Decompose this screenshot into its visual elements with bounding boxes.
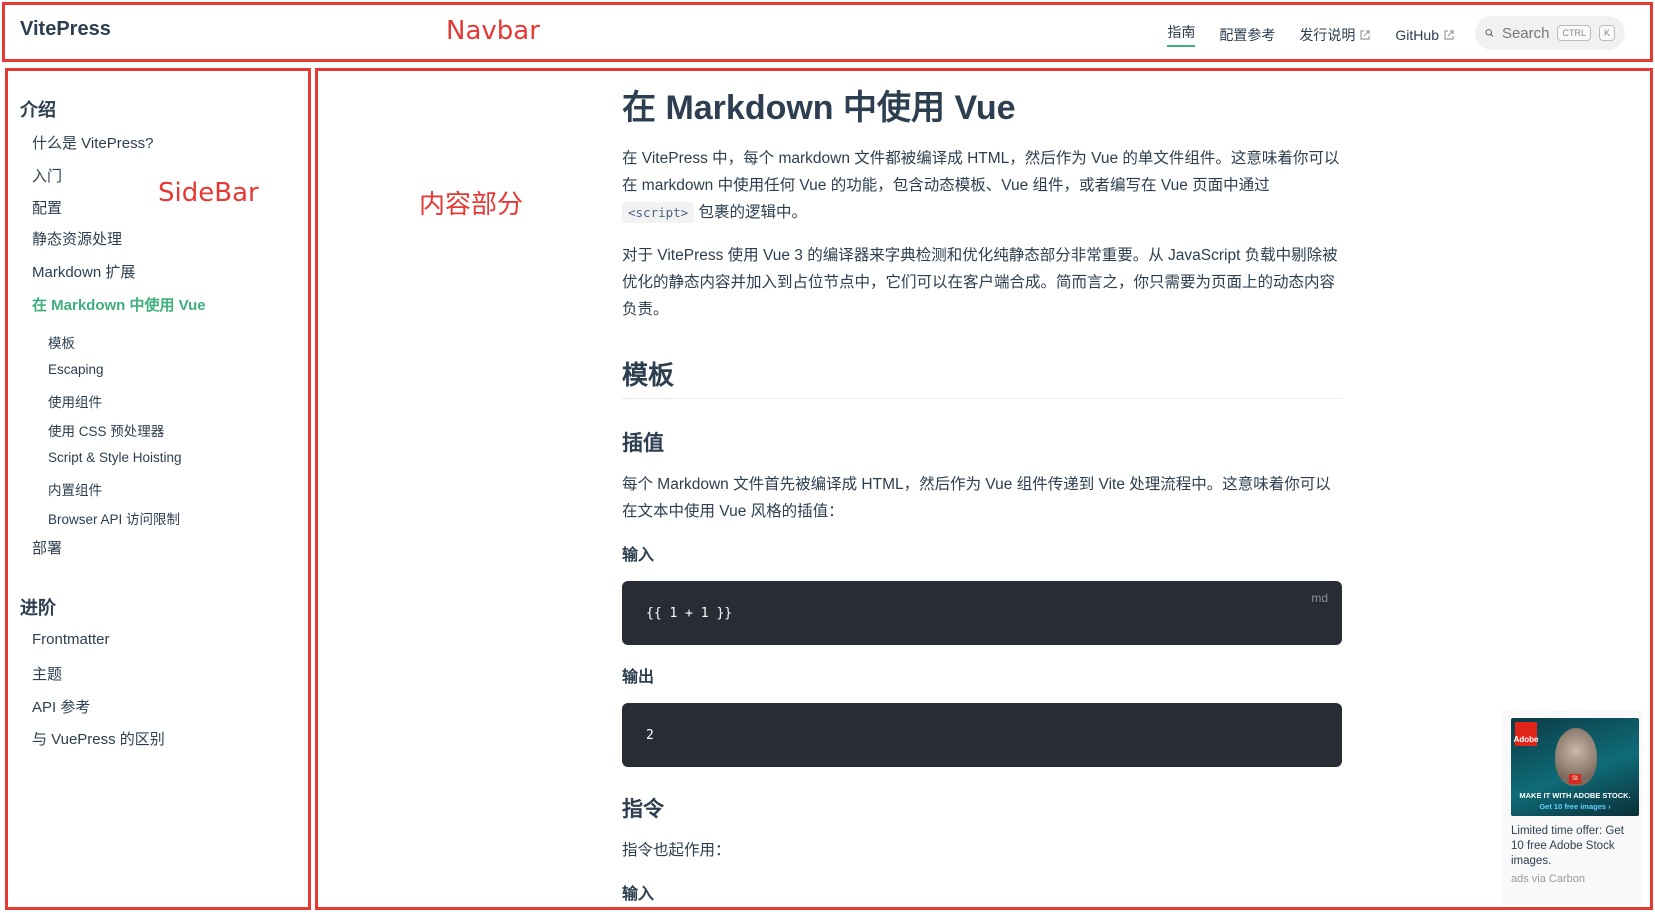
nav-link-release-notes[interactable]: 发行说明 [1299,22,1371,47]
subheading-directives: 指令 [622,798,664,821]
sidebar-item-vuepress-diff[interactable]: 与 VuePress 的区别 [32,728,165,749]
kbd-k: K [1598,25,1615,41]
search-button[interactable]: Search CTRL K [1475,16,1625,50]
stock-badge-icon: St [1569,774,1581,784]
nav-link-label: GitHub [1395,26,1439,43]
inline-code: <script> [622,202,695,223]
sidebar-subitem-escaping[interactable]: Escaping [48,362,104,377]
intro-text-end: 包裹的逻辑中。 [698,204,808,221]
paragraph: 每个 Markdown 文件首先被编译成 HTML，然后作为 Vue 组件传递到… [622,476,1331,520]
section-heading-template: 模板 [622,355,1342,399]
search-icon [1485,29,1494,37]
annotation-label-sidebar: SideBar [158,178,259,208]
annotation-label-navbar: Navbar [446,16,540,46]
sidebar-item-getting-started[interactable]: 入门 [32,165,62,186]
sidebar-group-title: 介绍 [20,100,56,120]
code-language-tag: md [1311,591,1328,605]
nav-link-label: 配置参考 [1219,26,1276,43]
site-brand[interactable]: VitePress [20,18,111,41]
sidebar-item-markdown[interactable]: Markdown 扩展 [32,261,135,282]
input-label: 输入 [622,547,655,564]
sidebar-subitem-browser-api[interactable]: Browser API 访问限制 [48,508,180,528]
paragraph: 对于 VitePress 使用 Vue 3 的编译器来字典检测和优化纯静态部分非… [622,247,1338,318]
sidebar-subitem-template[interactable]: 模板 [48,332,75,352]
code-block-input: {{ 1 + 1 }} md [622,581,1342,645]
input-label: 输入 [622,886,655,903]
nav-link-guide[interactable]: 指南 [1167,22,1196,47]
ad-subline: Get 10 free images › [1539,802,1611,811]
search-label: Search [1501,24,1550,42]
intro-paragraph: 在 VitePress 中，每个 markdown 文件都被编译成 HTML，然… [622,145,1342,226]
sidebar-subitem-builtin-components[interactable]: 内置组件 [48,479,102,499]
sidebar-item-api[interactable]: API 参考 [32,696,90,717]
navbar: VitePress 指南 配置参考 发行说明 GitHub Search CTR… [0,0,1655,64]
kbd-ctrl: CTRL [1557,25,1591,41]
sidebar-item-deploy[interactable]: 部署 [32,537,62,558]
subheading-interpolation: 插值 [622,432,664,455]
sidebar-item-config[interactable]: 配置 [32,197,62,218]
nav-link-label: 指南 [1167,24,1196,40]
paragraph: 指令也起作用： [622,842,731,859]
sidebar-subitem-components[interactable]: 使用组件 [48,391,102,411]
sidebar-item-assets[interactable]: 静态资源处理 [32,228,122,249]
sidebar-item-what-is[interactable]: 什么是 VitePress? [32,132,153,153]
ad-headline: MAKE IT WITH ADOBE STOCK. [1519,791,1631,800]
sidebar-item-using-vue[interactable]: 在 Markdown 中使用 Vue [32,294,206,315]
ad-image[interactable]: Adobe St MAKE IT WITH ADOBE STOCK. Get 1… [1511,718,1639,816]
code-block-output: 2 [622,703,1342,767]
page-title: 在 Markdown 中使用 Vue [622,89,1016,127]
nav-link-label: 发行说明 [1299,26,1356,43]
annotation-label-content: 内容部分 [419,190,524,220]
sidebar-item-theme[interactable]: 主题 [32,663,62,684]
intro-text: 在 VitePress 中，每个 markdown 文件都被编译成 HTML，然… [622,150,1340,194]
nav-links: 指南 配置参考 发行说明 GitHub [1167,22,1455,47]
external-link-icon [1444,29,1454,40]
nav-link-github[interactable]: GitHub [1395,22,1455,47]
carbon-ad[interactable]: Adobe St MAKE IT WITH ADOBE STOCK. Get 1… [1503,710,1643,905]
code-content: 2 [646,727,654,743]
nav-link-config[interactable]: 配置参考 [1219,22,1275,47]
ad-text[interactable]: Limited time offer: Get 10 free Adobe St… [1511,824,1635,869]
code-content: {{ 1 + 1 }} [646,605,733,621]
main-content: 在 Markdown 中使用 Vue 在 VitePress 中，每个 mark… [622,80,1342,913]
output-label: 输出 [622,669,655,686]
sidebar-subitem-hoisting[interactable]: Script & Style Hoisting [48,450,182,465]
ad-via-link[interactable]: ads via Carbon [1511,873,1635,885]
sidebar-subitem-css-preprocessors[interactable]: 使用 CSS 预处理器 [48,420,164,440]
sidebar-item-frontmatter[interactable]: Frontmatter [32,631,110,648]
adobe-logo-icon: Adobe [1514,722,1538,746]
external-link-icon [1360,29,1371,40]
sidebar-group-title: 进阶 [20,598,56,618]
